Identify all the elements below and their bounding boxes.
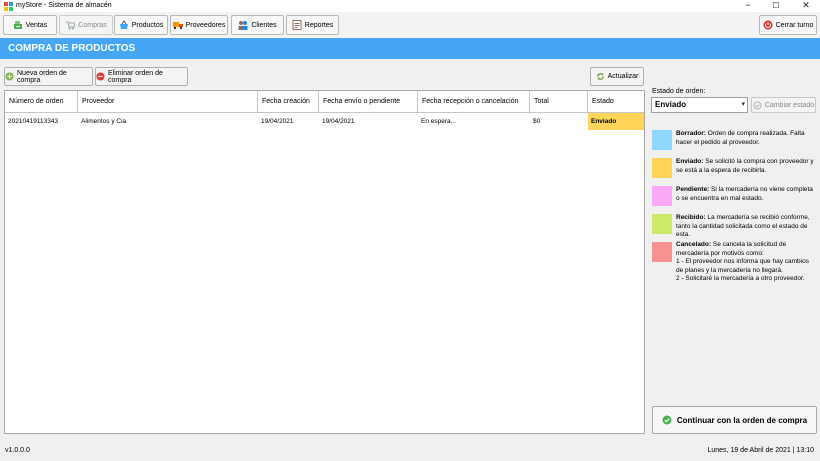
change-status-button[interactable]: Cambiar estado (751, 97, 816, 113)
column-header[interactable]: Fecha envío o pendiente (319, 91, 418, 113)
new-order-label: Nueva orden de compra (17, 69, 67, 84)
legend-text-borrador: Borrador: Orden de compra realizada. Fal… (676, 130, 816, 147)
chevron-down-icon: ▾ (741, 101, 745, 108)
title-bar: myStore - Sistema de almacén − ☐ ✕ (0, 0, 820, 12)
order-status-value: Enviado (655, 100, 687, 109)
reportes-label: Reportes (304, 21, 334, 29)
page-title: COMPRA DE PRODUCTOS (8, 43, 136, 54)
proveedores-button[interactable]: Proveedores (170, 15, 228, 35)
users-icon (238, 21, 248, 30)
refresh-icon (596, 72, 604, 81)
productos-button[interactable]: Productos (114, 15, 168, 35)
column-header[interactable]: Fecha recepción o cancelación (418, 91, 530, 113)
logout-label: Cerrar turno (775, 21, 814, 29)
legend-reason: 1 - El proveedor nos informa que hay cam… (676, 258, 809, 274)
legend-name: Borrador: (676, 130, 706, 137)
ventas-button[interactable]: Ventas (3, 15, 57, 35)
maximize-button[interactable]: ☐ (762, 0, 790, 12)
order-status-select[interactable]: Enviado ▾ (651, 97, 748, 113)
change-status-label: Cambiar estado (764, 101, 815, 109)
legend-swatch-pendiente (652, 186, 672, 206)
column-header[interactable]: Fecha creación (258, 91, 319, 113)
order-number-cell: 20210419113343 (8, 118, 59, 125)
minimize-button[interactable]: − (734, 0, 762, 12)
supplier-cell: Alimentos y Cia (81, 118, 127, 125)
productos-label: Productos (131, 21, 164, 29)
remove-icon (96, 72, 105, 81)
continue-order-label: Continuar con la orden de compra (676, 415, 808, 425)
refresh-button[interactable]: Actualizar (590, 67, 644, 86)
check-circle-icon (662, 415, 672, 425)
column-header[interactable]: Estado (588, 91, 644, 113)
legend-swatch-recibido (652, 214, 672, 234)
delete-order-button[interactable]: Eliminar orden de compra (95, 67, 188, 86)
legend-text-cancelado: Cancelado: Se cancela la solicitud de me… (676, 241, 816, 284)
column-header[interactable]: Proveedor (78, 91, 258, 113)
proveedores-label: Proveedores (185, 21, 226, 29)
orders-table[interactable]: Número de orden Proveedor Fecha creación… (4, 90, 645, 434)
window-title: myStore - Sistema de almacén (16, 2, 112, 9)
legend-name: Pendiente: (676, 186, 710, 193)
main-toolbar: Ventas Compras Productos Proveedores Cli… (0, 12, 820, 38)
legend-swatch-borrador (652, 130, 672, 150)
circle-check-icon (753, 100, 762, 110)
basket-icon (119, 20, 128, 29)
close-window-button[interactable]: ✕ (792, 0, 820, 12)
total-cell: $0 (533, 118, 541, 125)
compras-label: Compras (78, 21, 107, 29)
truck-icon (172, 22, 183, 30)
section-header: COMPRA DE PRODUCTOS (0, 38, 820, 59)
power-icon (763, 20, 773, 30)
delete-order-label: Eliminar orden de compra (108, 69, 163, 84)
legend-name: Enviado: (676, 158, 704, 165)
add-icon (5, 72, 14, 81)
legend-name: Recibido: (676, 214, 706, 221)
clientes-label: Clientes (251, 21, 277, 29)
status-cell: Enviado (588, 113, 644, 130)
legend-swatch-cancelado (652, 242, 672, 262)
received-date-cell: En espera... (421, 118, 457, 125)
refresh-label: Actualizar (607, 73, 639, 80)
order-status-label: Estado de orden: (652, 88, 706, 95)
status-bar: v1.0.0.0 Lunes, 19 de Abril de 2021 | 13… (0, 443, 820, 461)
legend-name: Cancelado: (676, 241, 712, 248)
reportes-button[interactable]: Reportes (286, 15, 339, 35)
legend-swatch-enviado (652, 158, 672, 178)
app-logo-icon (4, 2, 13, 11)
legend-reason: 2 - Solicitaré la mercadería a otro prov… (676, 275, 805, 282)
report-icon (292, 20, 302, 30)
column-header[interactable]: Número de orden (5, 91, 78, 113)
compras-button[interactable]: Compras (59, 15, 113, 35)
sent-date-cell: 19/04/2021 (322, 118, 355, 125)
ventas-label: Ventas (25, 21, 48, 29)
legend-text-enviado: Enviado: Se solicitó la compra con prove… (676, 158, 816, 175)
column-header[interactable]: Total (530, 91, 588, 113)
created-date-cell: 19/04/2021 (261, 118, 294, 125)
legend-text-recibido: Recibido: La mercadería se recibió confo… (676, 214, 816, 240)
new-order-button[interactable]: Nueva orden de compra (4, 67, 93, 86)
legend-text-pendiente: Pendiente: Si la mercadería no viene com… (676, 186, 816, 203)
continue-order-button[interactable]: Continuar con la orden de compra (652, 406, 817, 434)
version-label: v1.0.0.0 (5, 447, 30, 454)
clientes-button[interactable]: Clientes (231, 15, 284, 35)
logout-button[interactable]: Cerrar turno (759, 15, 817, 35)
datetime-label: Lunes, 19 de Abril de 2021 | 13:10 (707, 447, 814, 454)
shopping-cart-icon (66, 21, 76, 30)
cash-register-icon (13, 21, 22, 29)
